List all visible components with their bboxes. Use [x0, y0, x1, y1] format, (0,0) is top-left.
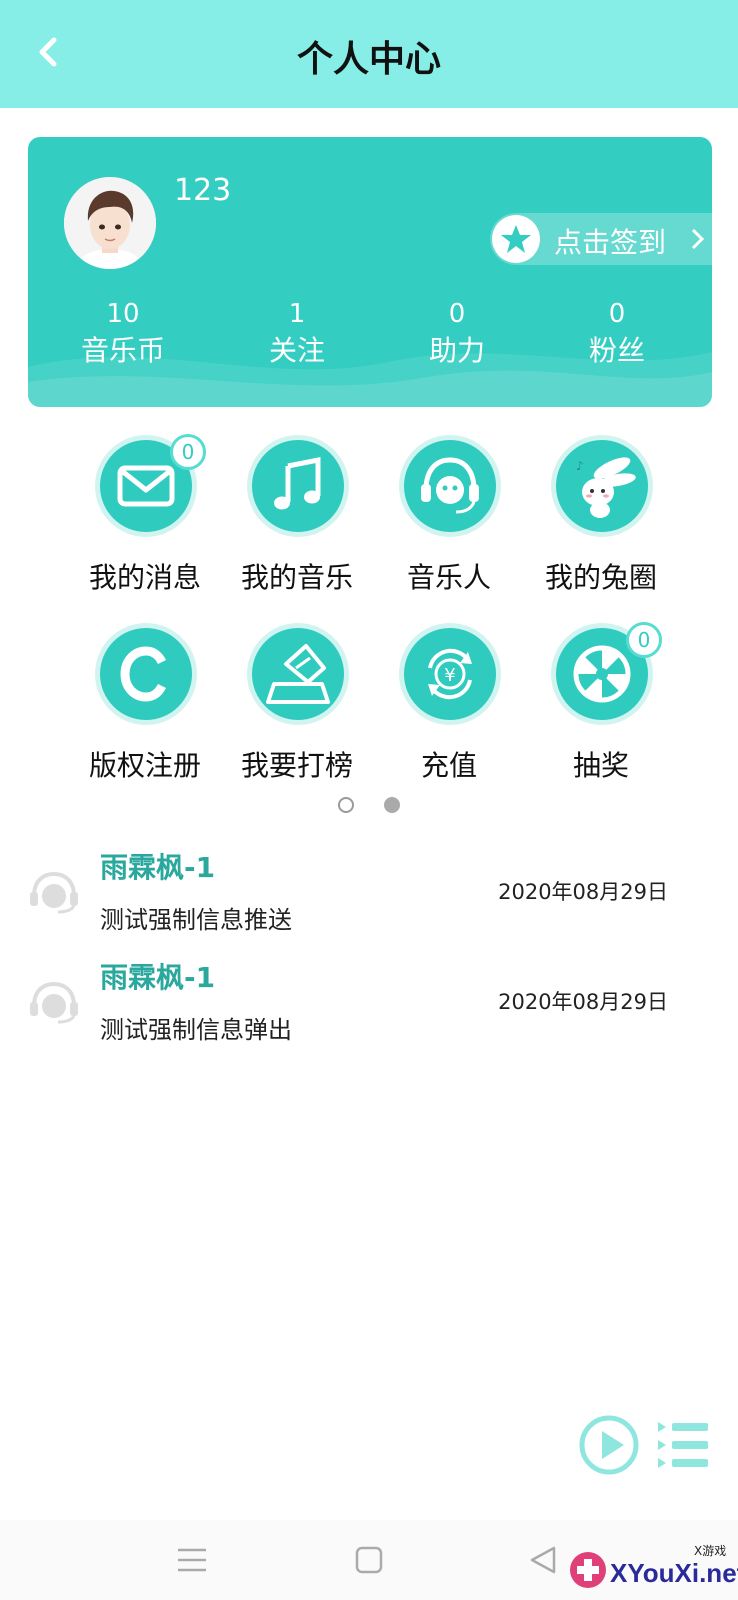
stats-row: 10 音乐币 1 关注 0 助力 0 粉丝: [28, 297, 712, 377]
stat-value: 0: [448, 299, 466, 329]
menu-label: 音乐人: [406, 561, 491, 594]
menu-my-music[interactable]: 我的音乐: [222, 440, 372, 610]
menu-rabbit-circle[interactable]: ♪ 我的兔圈: [526, 440, 676, 610]
music-note-icon: [274, 456, 321, 510]
stat-fans[interactable]: 0 粉丝: [542, 297, 692, 371]
stat-value: 1: [288, 299, 306, 329]
message-date: 2020年08月29日: [498, 880, 668, 904]
stat-value: 10: [106, 299, 140, 329]
menu-musician[interactable]: 音乐人: [374, 440, 524, 610]
yuan-coin-icon: ¥: [428, 648, 472, 700]
copyright-icon-circle: [100, 628, 192, 720]
menu-recharge[interactable]: ¥ 充值: [374, 628, 524, 798]
music-note-icon-circle: [252, 440, 344, 532]
page-indicator: [0, 797, 738, 817]
rabbit-icon: ♪: [576, 457, 636, 518]
message-text: 测试强制信息推送: [100, 906, 292, 934]
message-sender: 雨霖枫-1: [100, 851, 216, 884]
unread-badge: 0: [170, 434, 206, 470]
menu-label: 我的兔圈: [544, 561, 657, 594]
gamepad-logo-icon: [570, 1552, 606, 1588]
header-bar: 个人中心: [0, 0, 738, 108]
menu-lines-icon[interactable]: [172, 1540, 212, 1580]
menu-lottery[interactable]: 0 抽奖: [526, 622, 676, 798]
rabbit-icon-circle: ♪: [556, 440, 648, 532]
chevron-right-icon: [691, 228, 705, 250]
lottery-badge: 0: [626, 622, 662, 658]
menu-copyright-register[interactable]: 版权注册: [70, 628, 220, 798]
profile-card: 123 点击签到 10 音乐币 1 关注 0 助力 0 粉丝: [28, 137, 712, 407]
watermark-text: XYouXi.net: [610, 1558, 738, 1588]
page-dot-2-active[interactable]: [384, 797, 400, 813]
menu-my-messages[interactable]: 0 我的消息: [70, 434, 220, 610]
ticket-icon: [266, 644, 330, 704]
playlist-icon[interactable]: [656, 1418, 710, 1472]
app-screen: 个人中心 123 点击签到 10 音乐币 1 关注 0 助力 0 粉丝 0 我的…: [0, 0, 738, 1600]
svg-text:♪: ♪: [576, 459, 584, 473]
copyright-icon: [120, 646, 167, 702]
menu-label: 我的音乐: [240, 561, 353, 594]
svg-text:¥: ¥: [444, 665, 455, 686]
message-date: 2020年08月29日: [498, 990, 668, 1014]
stat-label: 助力: [428, 334, 485, 367]
watermark-logo: X游戏 XYouXi.net: [566, 1540, 738, 1596]
message-item[interactable]: 雨霖枫-1 测试强制信息弹出 2020年08月29日: [0, 956, 738, 1056]
stat-following[interactable]: 1 关注: [222, 297, 372, 371]
headset-avatar-icon: [30, 871, 78, 914]
stat-music-coins[interactable]: 10 音乐币: [48, 297, 198, 371]
stat-label: 关注: [268, 334, 325, 367]
menu-label: 我要打榜: [240, 749, 353, 782]
headset-icon-circle: [404, 440, 496, 532]
menu-label: 版权注册: [88, 749, 201, 782]
watermark-small-text: X游戏: [694, 1544, 727, 1558]
username: 123: [174, 173, 232, 208]
page-title: 个人中心: [296, 39, 441, 80]
avatar-illustration: [64, 177, 156, 269]
checkin-label: 点击签到: [554, 226, 667, 259]
play-icon[interactable]: [578, 1414, 640, 1476]
message-sender: 雨霖枫-1: [100, 961, 216, 994]
headset-icon: [421, 457, 479, 514]
home-square-icon[interactable]: [349, 1540, 389, 1580]
avatar[interactable]: [64, 177, 156, 269]
menu-label: 抽奖: [572, 749, 629, 782]
star-icon: [501, 225, 531, 253]
ticket-icon-circle: [252, 628, 344, 720]
yuan-coin-icon-circle: ¥: [404, 628, 496, 720]
headset-avatar-icon: [30, 981, 78, 1024]
star-icon-circle: [492, 215, 540, 263]
stat-label: 粉丝: [588, 334, 645, 367]
menu-vote-ranking[interactable]: 我要打榜: [222, 628, 372, 798]
stat-value: 0: [608, 299, 626, 329]
message-text: 测试强制信息弹出: [100, 1016, 292, 1044]
stat-boost[interactable]: 0 助力: [382, 297, 532, 371]
page-dot-1[interactable]: [338, 797, 354, 813]
stat-label: 音乐币: [80, 334, 165, 367]
checkin-button[interactable]: 点击签到: [490, 213, 712, 265]
menu-label: 充值: [420, 749, 477, 782]
menu-label: 我的消息: [88, 561, 201, 594]
message-item[interactable]: 雨霖枫-1 测试强制信息推送 2020年08月29日: [0, 846, 738, 946]
back-triangle-icon[interactable]: [524, 1540, 564, 1580]
